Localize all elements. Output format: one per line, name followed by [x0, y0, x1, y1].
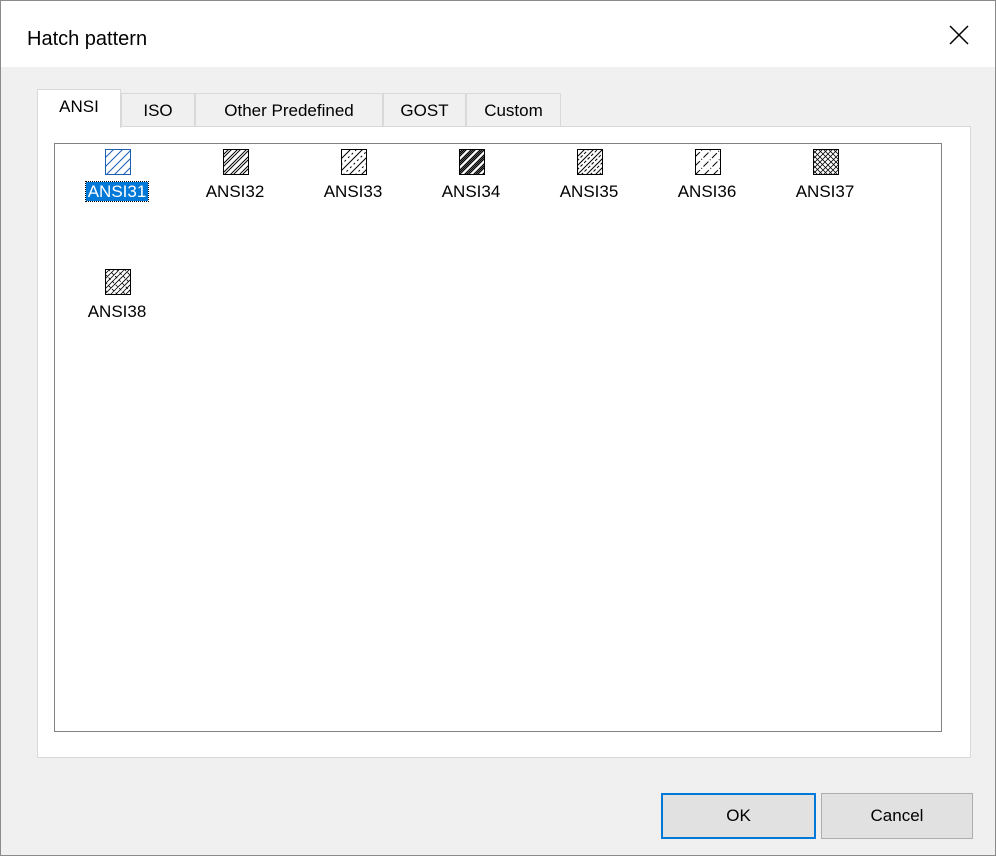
hatch-pattern-dialog: Hatch pattern ANSI ISO Other Predefined …: [0, 0, 996, 856]
pattern-item-ansi34[interactable]: ANSI34: [421, 144, 521, 208]
pattern-item-ansi36[interactable]: ANSI36: [657, 144, 757, 208]
pattern-item-ansi37[interactable]: ANSI37: [775, 144, 875, 208]
tab-gost[interactable]: GOST: [383, 93, 466, 126]
pattern-item-ansi35[interactable]: ANSI35: [539, 144, 639, 208]
tab-other-predefined[interactable]: Other Predefined: [195, 93, 383, 126]
ansi32-pattern-icon: [223, 149, 249, 175]
tab-custom[interactable]: Custom: [466, 93, 561, 126]
pattern-item-ansi32[interactable]: ANSI32: [185, 144, 285, 208]
pattern-label: ANSI35: [559, 182, 619, 201]
close-icon: [949, 25, 969, 45]
ansi34-pattern-icon: [459, 149, 485, 175]
ansi35-pattern-icon: [577, 149, 603, 175]
pattern-item-ansi31[interactable]: ANSI31: [67, 144, 167, 208]
ansi37-pattern-icon: [813, 149, 839, 175]
ansi31-pattern-icon: [105, 149, 131, 175]
pattern-label: ANSI32: [205, 182, 265, 201]
pattern-list[interactable]: ANSI31 ANSI32 ANSI33 ANSI34 ANSI35 ANSI3…: [54, 143, 942, 732]
title-bar: Hatch pattern: [1, 1, 995, 67]
pattern-label: ANSI31: [84, 181, 150, 202]
close-button[interactable]: [927, 1, 995, 67]
pattern-label: ANSI38: [87, 302, 147, 321]
pattern-label: ANSI36: [677, 182, 737, 201]
pattern-label: ANSI33: [323, 182, 383, 201]
pattern-item-ansi38[interactable]: ANSI38: [67, 264, 167, 328]
pattern-label: ANSI34: [441, 182, 501, 201]
ansi33-pattern-icon: [341, 149, 367, 175]
ansi38-pattern-icon: [105, 269, 131, 295]
ok-button[interactable]: OK: [661, 793, 816, 839]
window-title: Hatch pattern: [27, 28, 148, 50]
ansi36-pattern-icon: [695, 149, 721, 175]
pattern-item-ansi33[interactable]: ANSI33: [303, 144, 403, 208]
tab-ansi[interactable]: ANSI: [37, 89, 121, 128]
tab-iso[interactable]: ISO: [121, 93, 195, 126]
cancel-button[interactable]: Cancel: [821, 793, 973, 839]
pattern-label: ANSI37: [795, 182, 855, 201]
